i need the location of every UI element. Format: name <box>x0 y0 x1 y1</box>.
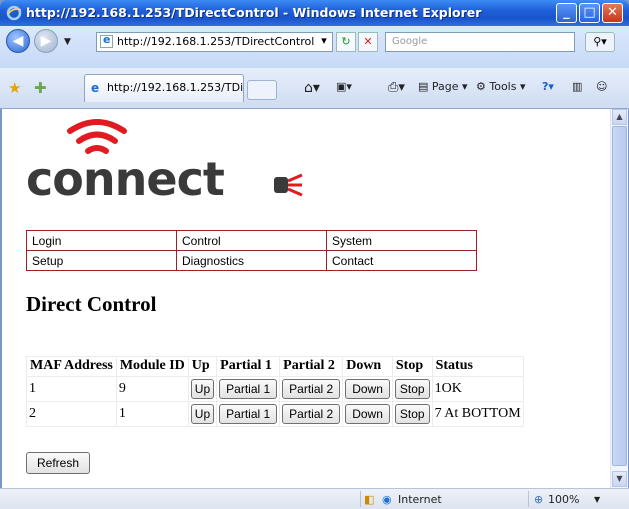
ie-logo-icon <box>6 5 22 21</box>
maximize-button[interactable]: □ <box>579 3 600 23</box>
page-menu[interactable]: ▤ Page ▾ <box>418 80 468 93</box>
down-button[interactable]: Down <box>345 379 390 399</box>
stop-button[interactable]: Stop <box>394 404 430 424</box>
close-button[interactable]: ✕ <box>602 3 623 23</box>
search-button[interactable]: ⚲▾ <box>585 32 615 52</box>
title-bar: http://192.168.1.253/TDirectControl - Wi… <box>0 0 629 26</box>
menu-system[interactable]: System <box>326 230 477 251</box>
col-header: Down <box>342 356 393 377</box>
refresh-icon[interactable]: ↻ <box>336 32 356 52</box>
status-divider <box>528 491 529 507</box>
tab-label: http://192.168.1.253/TDir... <box>107 81 244 94</box>
print-icon[interactable]: ⎙▾ <box>388 80 405 95</box>
feeds-icon[interactable]: ▣▾ <box>336 80 352 93</box>
search-icon: ⚲ <box>593 35 602 48</box>
page-title: Direct Control <box>26 292 157 316</box>
col-header: Module ID <box>115 356 189 377</box>
logo-text: connect <box>26 152 225 206</box>
zone-label: Internet <box>398 493 442 506</box>
messenger-icon[interactable]: ☺ <box>596 80 607 93</box>
stop-icon[interactable]: ✕ <box>358 32 378 52</box>
maf-address-cell: 2 <box>26 401 117 427</box>
zoom-dropdown-icon[interactable]: ▼ <box>594 495 600 504</box>
menu-control[interactable]: Control <box>176 230 327 251</box>
address-url: http://192.168.1.253/TDirectControl <box>117 35 315 48</box>
globe-icon: ◉ <box>382 493 392 506</box>
status-cell: 1OK <box>431 376 524 402</box>
partial2-button[interactable]: Partial 2 <box>282 379 341 399</box>
zoom-level[interactable]: 100% <box>548 493 579 506</box>
new-tab-button[interactable] <box>247 80 277 100</box>
up-button[interactable]: Up <box>190 404 215 424</box>
stop-button[interactable]: Stop <box>394 379 430 399</box>
zoom-icon: ⊕ <box>534 493 544 506</box>
vertical-scrollbar[interactable]: ▲ ▼ <box>610 109 628 488</box>
favorites-star-icon[interactable]: ★ <box>8 79 21 97</box>
search-placeholder: Google <box>392 36 428 47</box>
module-id-cell: 9 <box>115 376 189 402</box>
down-button[interactable]: Down <box>345 404 390 424</box>
scroll-down-arrow-icon[interactable]: ▼ <box>612 471 627 487</box>
table-row: 1 9 Up Partial 1 Partial 2 Down Stop 1OK <box>26 376 524 402</box>
page-icon <box>100 33 113 48</box>
menu-login[interactable]: Login <box>26 230 177 251</box>
col-header: Partial 2 <box>279 356 344 377</box>
tools-menu[interactable]: ⚙ Tools ▾ <box>476 80 526 93</box>
browser-window: http://192.168.1.253/TDirectControl - Wi… <box>0 0 629 509</box>
scroll-up-arrow-icon[interactable]: ▲ <box>612 109 627 125</box>
tools-menu-label: Tools <box>489 80 517 93</box>
menu-contact[interactable]: Contact <box>326 250 477 271</box>
home-icon[interactable]: ⌂▾ <box>304 80 320 96</box>
col-header: Partial 1 <box>216 356 281 377</box>
direct-control-table: MAF Address Module ID Up Partial 1 Parti… <box>26 356 524 427</box>
status-cell: 7 At BOTTOM <box>431 401 524 427</box>
help-icon[interactable]: ?▾ <box>542 80 554 93</box>
page-menu-label: Page <box>431 80 459 93</box>
connect-logo: connect <box>26 152 225 206</box>
col-header: Up <box>187 356 218 377</box>
wifi-signal-icon <box>67 119 127 154</box>
up-button[interactable]: Up <box>190 379 215 399</box>
partial1-button[interactable]: Partial 1 <box>219 404 278 424</box>
recent-pages-dropdown[interactable]: ▼ <box>64 37 71 47</box>
research-icon[interactable]: ▥ <box>572 80 582 93</box>
forward-button[interactable]: ▶ <box>34 29 58 53</box>
tools-gear-icon: ⚙ <box>476 80 486 93</box>
browser-tab[interactable]: e http://192.168.1.253/TDir... <box>84 74 244 102</box>
page-viewport: connect Login Control System Setup Diagn… <box>2 109 610 488</box>
search-input[interactable]: Google <box>385 32 575 52</box>
address-dropdown-icon[interactable]: ▾ <box>314 32 334 52</box>
maf-address-cell: 1 <box>26 376 117 402</box>
module-id-cell: 1 <box>115 401 189 427</box>
table-row: 2 1 Up Partial 1 Partial 2 Down Stop 7 A… <box>26 401 524 427</box>
col-header: MAF Address <box>26 356 117 377</box>
col-header: Stop <box>391 356 433 377</box>
add-favorites-icon[interactable]: ✚ <box>34 79 47 97</box>
partial1-button[interactable]: Partial 1 <box>219 379 278 399</box>
scroll-thumb[interactable] <box>612 126 627 466</box>
table-header-row: MAF Address Module ID Up Partial 1 Parti… <box>26 356 524 377</box>
menu-setup[interactable]: Setup <box>26 250 177 271</box>
status-divider <box>360 491 361 507</box>
nav-menu: Login Control System Setup Diagnostics C… <box>26 230 477 271</box>
address-field[interactable]: http://192.168.1.253/TDirectControl <box>96 32 333 52</box>
tab-command-bar: ★ ✚ e http://192.168.1.253/TDir... ⌂▾ ▣▾… <box>0 68 629 109</box>
minimize-button[interactable]: _ <box>556 3 577 23</box>
address-toolbar: ◀ ▶ ▼ http://192.168.1.253/TDirectContro… <box>0 26 629 68</box>
menu-diagnostics[interactable]: Diagnostics <box>176 250 327 271</box>
page-menu-icon: ▤ <box>418 80 429 93</box>
refresh-button[interactable]: Refresh <box>26 452 91 474</box>
col-header: Status <box>431 356 524 377</box>
partial2-button[interactable]: Partial 2 <box>282 404 341 424</box>
back-button[interactable]: ◀ <box>6 29 30 53</box>
status-bar: ◧ ◉ Internet ⊕ 100% ▼ <box>0 488 629 509</box>
security-icon: ◧ <box>364 493 375 506</box>
window-title: http://192.168.1.253/TDirectControl - Wi… <box>26 5 482 20</box>
plug-icon <box>274 173 303 197</box>
tab-ie-icon: e <box>91 81 100 95</box>
